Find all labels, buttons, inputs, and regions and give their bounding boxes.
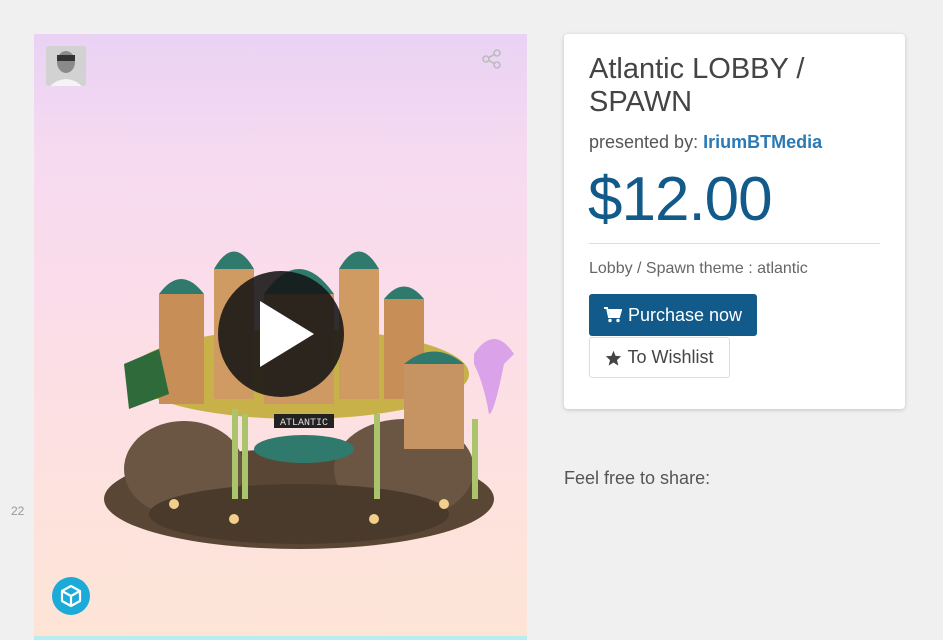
purchase-button[interactable]: Purchase now xyxy=(589,294,757,336)
model-viewer[interactable]: ATLANTIC xyxy=(34,34,527,640)
share-icon[interactable] xyxy=(481,48,503,70)
share-label: Feel free to share: xyxy=(564,468,711,488)
divider xyxy=(589,243,880,244)
shopping-cart-icon xyxy=(603,307,622,323)
play-icon xyxy=(260,301,314,367)
viewer-bottom-strip xyxy=(34,636,527,640)
presented-by-label: presented by: xyxy=(589,132,704,152)
play-button[interactable] xyxy=(218,271,344,397)
side-number: 22 xyxy=(11,504,25,518)
product-price: $12.00 xyxy=(588,165,773,234)
product-card: Atlantic LOBBY / SPAWN presented by: Iri… xyxy=(564,34,905,409)
star-icon xyxy=(606,350,622,366)
wishlist-button[interactable]: To Wishlist xyxy=(589,337,730,378)
purchase-button-label: Purchase now xyxy=(627,304,743,325)
presented-by: presented by: IriumBTMedia xyxy=(589,132,822,153)
sketchfab-cube-icon[interactable] xyxy=(52,577,90,615)
avatar[interactable] xyxy=(46,46,86,86)
atlantic-sign-text: ATLANTIC xyxy=(280,418,328,429)
wishlist-button-label: To Wishlist xyxy=(627,347,714,367)
product-theme: Lobby / Spawn theme : atlantic xyxy=(589,260,808,277)
product-title: Atlantic LOBBY / SPAWN xyxy=(589,53,805,118)
author-link[interactable]: IriumBTMedia xyxy=(703,132,822,152)
